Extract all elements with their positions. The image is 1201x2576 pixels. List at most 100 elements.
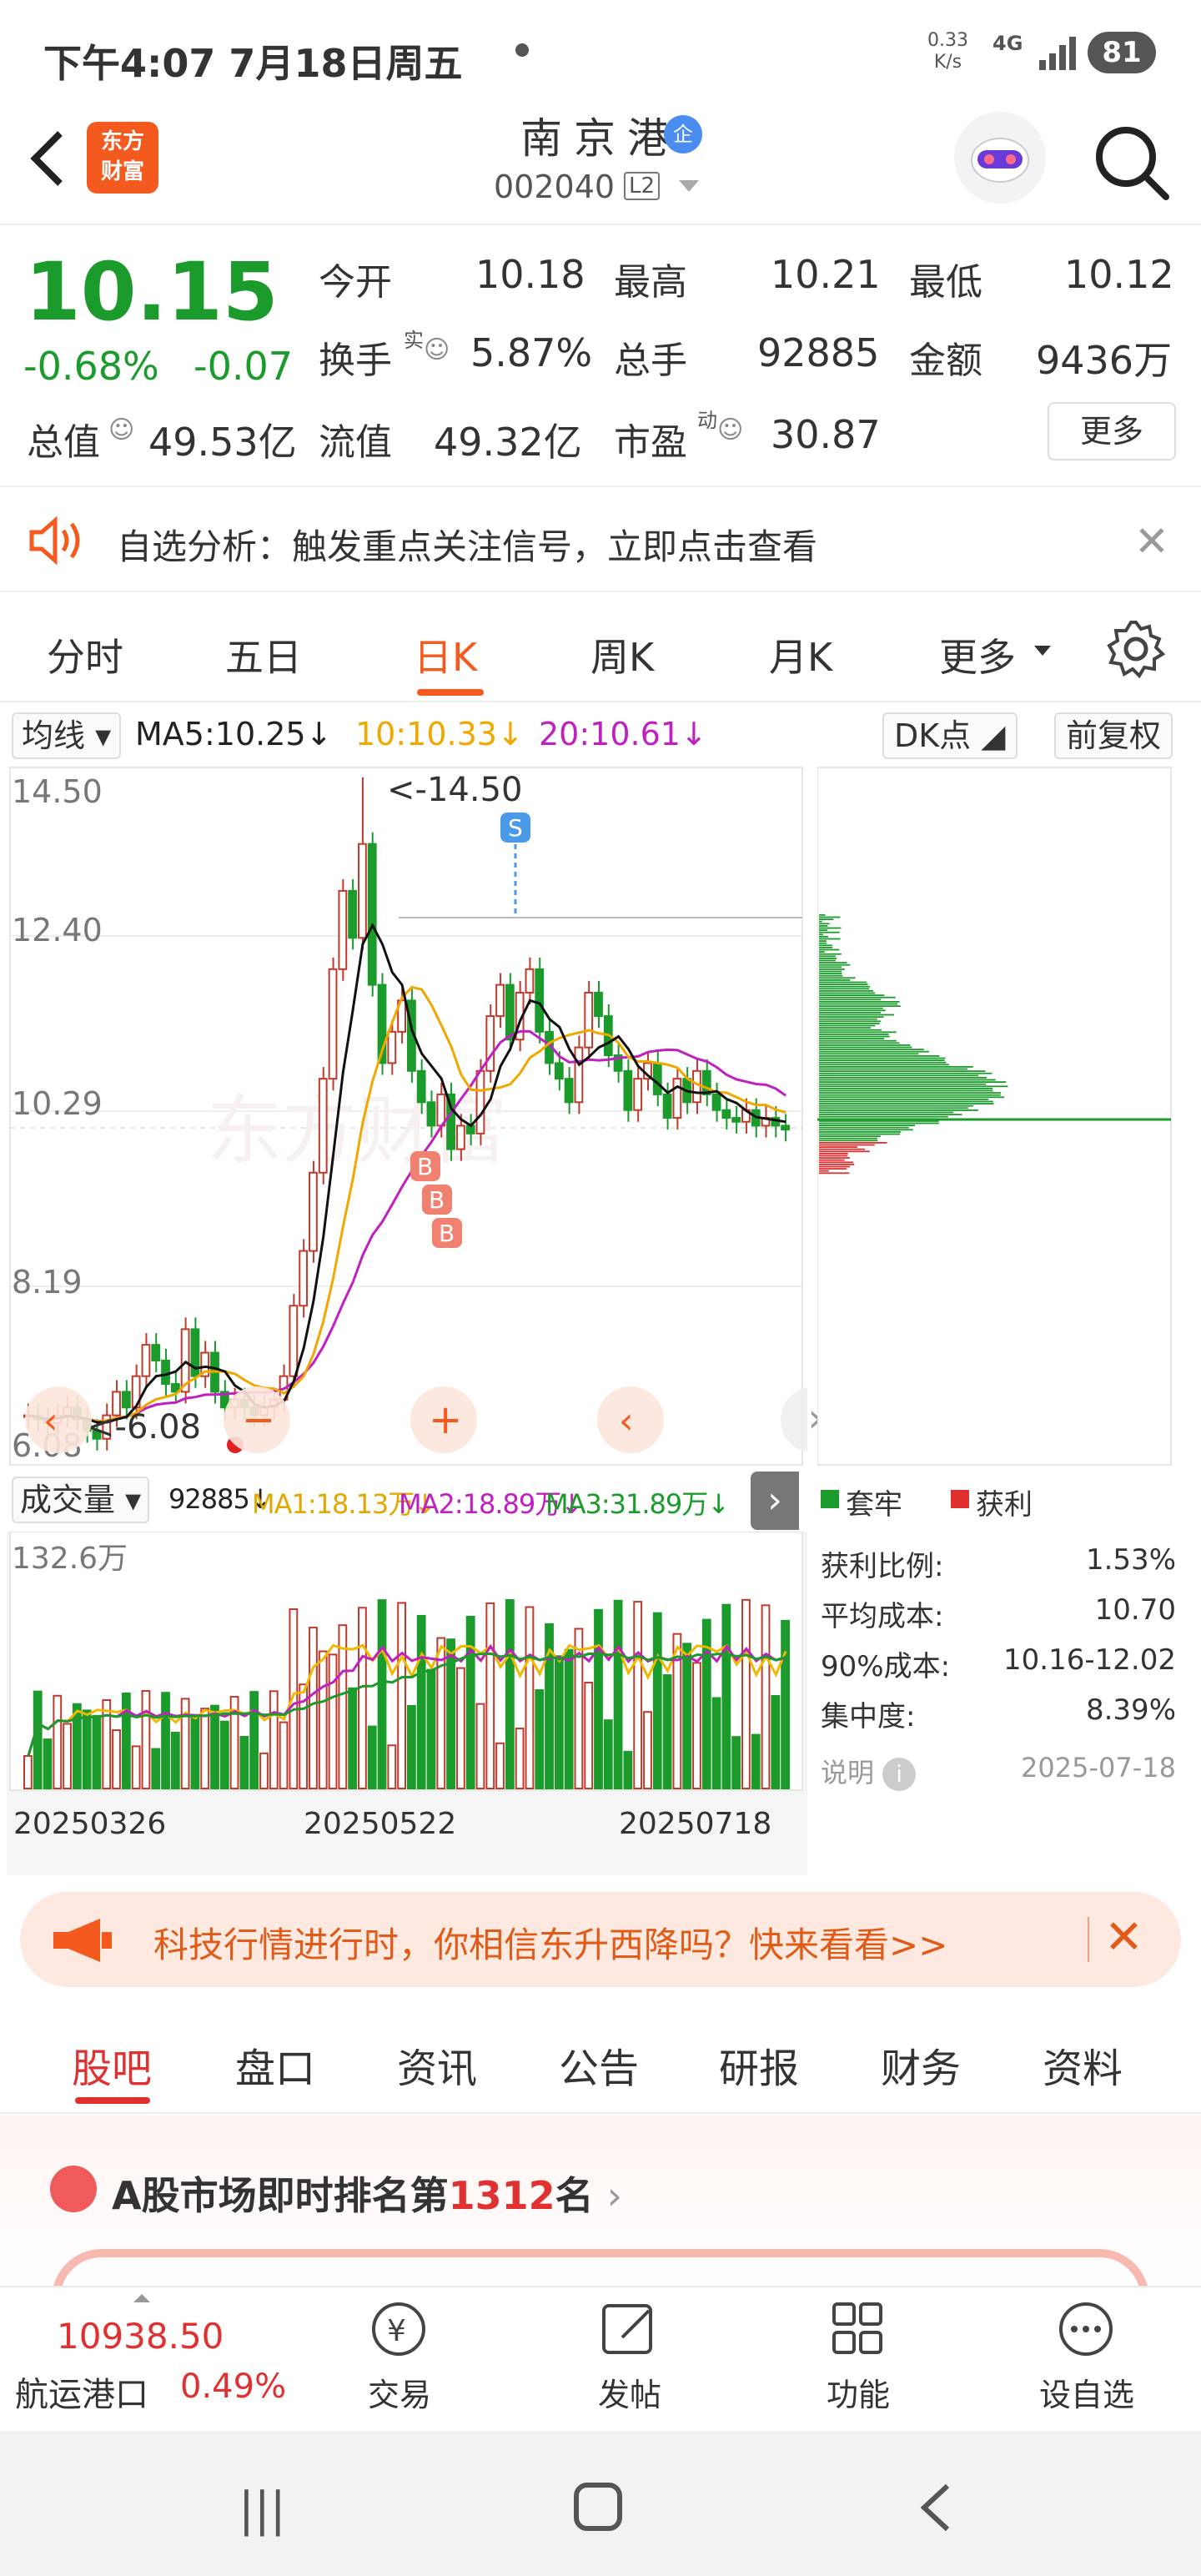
chip-bar xyxy=(819,1081,1006,1083)
ma20-value: 20:10.61↓ xyxy=(539,716,707,752)
chip-bar xyxy=(819,918,833,920)
level2-badge[interactable]: L2 xyxy=(624,172,660,200)
volume-bar xyxy=(123,1693,130,1789)
more-button[interactable]: 更多 xyxy=(1048,402,1176,460)
volume-label: 总手 xyxy=(614,330,687,384)
index-value[interactable]: 10938.50 xyxy=(57,2316,224,2357)
chip-bar xyxy=(819,947,832,948)
kline-chart[interactable]: 东方财富 14.50 12.40 10.29 8.19 6.08 <-14.50… xyxy=(7,764,807,1468)
volume-bar xyxy=(319,1652,327,1789)
dock-trade[interactable]: ¥ 交易 xyxy=(337,2299,462,2415)
volume-bar xyxy=(555,1656,563,1789)
tab-weekly-k[interactable]: 周K xyxy=(590,627,654,682)
dk-selector[interactable]: DK点 ◢ xyxy=(882,712,1018,759)
tab-more[interactable]: 更多 xyxy=(939,627,1016,682)
volume-bar xyxy=(379,1600,386,1789)
market-rank-card[interactable]: A股市场即时排名第1312名 › xyxy=(0,2116,1201,2286)
gear-icon[interactable] xyxy=(1106,619,1166,679)
expand-indicators-button[interactable]: › xyxy=(751,1472,799,1530)
chip-note[interactable]: 说明 i xyxy=(821,1752,916,1791)
network-speed: 0.33 K/s xyxy=(927,30,968,73)
volume-bar xyxy=(53,1696,61,1789)
tab-profile[interactable]: 资料 xyxy=(1043,2035,1123,2094)
chip-bar xyxy=(819,1062,947,1064)
tab-financials[interactable]: 财务 xyxy=(881,2035,961,2094)
svg-text:¥: ¥ xyxy=(387,2314,406,2348)
assistant-robot-icon[interactable] xyxy=(954,112,1046,204)
chip-bar xyxy=(819,1101,993,1103)
volume-bar xyxy=(693,1663,701,1789)
prev-button[interactable] xyxy=(597,1386,664,1453)
chip-row-label: 获利比例: xyxy=(821,1550,943,1583)
volume-bar xyxy=(516,1728,524,1789)
tab-forum[interactable]: 股吧 xyxy=(72,2035,152,2094)
index-name[interactable]: 航运港口 xyxy=(15,2367,148,2416)
chip-bar xyxy=(819,1085,1008,1087)
chip-bar xyxy=(819,1004,897,1005)
notice-bar[interactable]: 自选分析：触发重点关注信号，立即点击查看 ✕ xyxy=(0,486,1201,592)
chip-bar xyxy=(819,1155,847,1157)
info-icon[interactable]: ☺ xyxy=(717,415,743,445)
adjust-selector[interactable]: 前复权 xyxy=(1054,712,1173,759)
tab-orderbook[interactable]: 盘口 xyxy=(235,2035,315,2094)
chevron-up-icon[interactable] xyxy=(133,2294,150,2302)
volume-selector[interactable]: 成交量 ▾ xyxy=(12,1477,149,1523)
chip-bar xyxy=(819,933,823,935)
tab-research[interactable]: 研报 xyxy=(719,2035,799,2094)
chip-bar xyxy=(819,1044,911,1046)
tab-5day[interactable]: 五日 xyxy=(225,627,302,682)
back-icon[interactable] xyxy=(914,2481,956,2534)
chip-bar xyxy=(819,1029,882,1031)
recent-apps-icon[interactable]: ||| xyxy=(239,2483,286,2537)
turnover-label: 换手 xyxy=(319,330,392,384)
chevron-down-icon[interactable] xyxy=(679,180,699,192)
open-label: 今开 xyxy=(319,252,392,305)
close-icon[interactable]: ✕ xyxy=(1134,517,1169,566)
chip-bar xyxy=(819,1164,854,1165)
volume-bar xyxy=(388,1745,395,1789)
chip-bar xyxy=(819,1047,912,1049)
chip-bar xyxy=(819,1157,850,1159)
chevron-down-icon[interactable] xyxy=(1034,646,1051,656)
info-icon[interactable]: ☺ xyxy=(108,415,134,445)
chip-bar xyxy=(819,1127,909,1129)
ma-selector[interactable]: 均线 ▾ xyxy=(12,712,121,759)
dock-functions[interactable]: 功能 xyxy=(796,2299,921,2415)
chip-bar xyxy=(819,1140,877,1141)
scroll-left-button[interactable] xyxy=(25,1386,92,1453)
chip-bar xyxy=(819,964,850,966)
chip-bar xyxy=(819,1031,897,1033)
ma10-text: 10:10.33 xyxy=(355,716,497,752)
bottom-dock: 10938.50 航运港口 0.49% ¥ 交易 发帖 功能 设自选 xyxy=(0,2286,1201,2431)
vol-ma3: MA3:31.89万↓ xyxy=(545,1483,729,1522)
volume-selector-label: 成交量 xyxy=(20,1482,115,1518)
info-icon[interactable]: ☺ xyxy=(424,335,450,365)
chip-bar xyxy=(819,1145,875,1146)
chip-bar xyxy=(819,1038,884,1039)
chip-bar xyxy=(819,1109,978,1111)
tab-daily-k[interactable]: 日K xyxy=(414,627,477,682)
close-icon[interactable]: ✕ xyxy=(1104,1910,1143,1965)
pe-label: 市盈 xyxy=(614,412,687,465)
volume-bar xyxy=(535,1690,543,1789)
chip-row: 平均成本: 10.70 xyxy=(821,1593,1176,1634)
chip-bar xyxy=(819,979,850,981)
tab-monthly-k[interactable]: 月K xyxy=(769,627,832,682)
chip-bar xyxy=(819,975,842,977)
candle-body xyxy=(329,969,337,1079)
search-icon[interactable] xyxy=(1089,120,1173,204)
candle-body xyxy=(418,1071,425,1103)
tab-news[interactable]: 资讯 xyxy=(397,2035,477,2094)
zoom-in-button[interactable] xyxy=(410,1386,477,1453)
tab-announcements[interactable]: 公告 xyxy=(559,2035,639,2094)
promo-banner[interactable]: 科技行情进行时，你相信东升西降吗？快来看看>> ✕ xyxy=(20,1892,1181,1987)
dock-add-watch[interactable]: 设自选 xyxy=(1024,2299,1149,2415)
notification-dot xyxy=(515,43,529,57)
chip-bar xyxy=(819,1025,875,1027)
legend-swatch-profit xyxy=(951,1490,969,1508)
dock-post[interactable]: 发帖 xyxy=(567,2299,692,2415)
home-icon[interactable] xyxy=(574,2483,622,2531)
candle-body xyxy=(437,1094,445,1126)
tab-intraday[interactable]: 分时 xyxy=(47,627,123,682)
zoom-out-button[interactable] xyxy=(224,1386,290,1453)
